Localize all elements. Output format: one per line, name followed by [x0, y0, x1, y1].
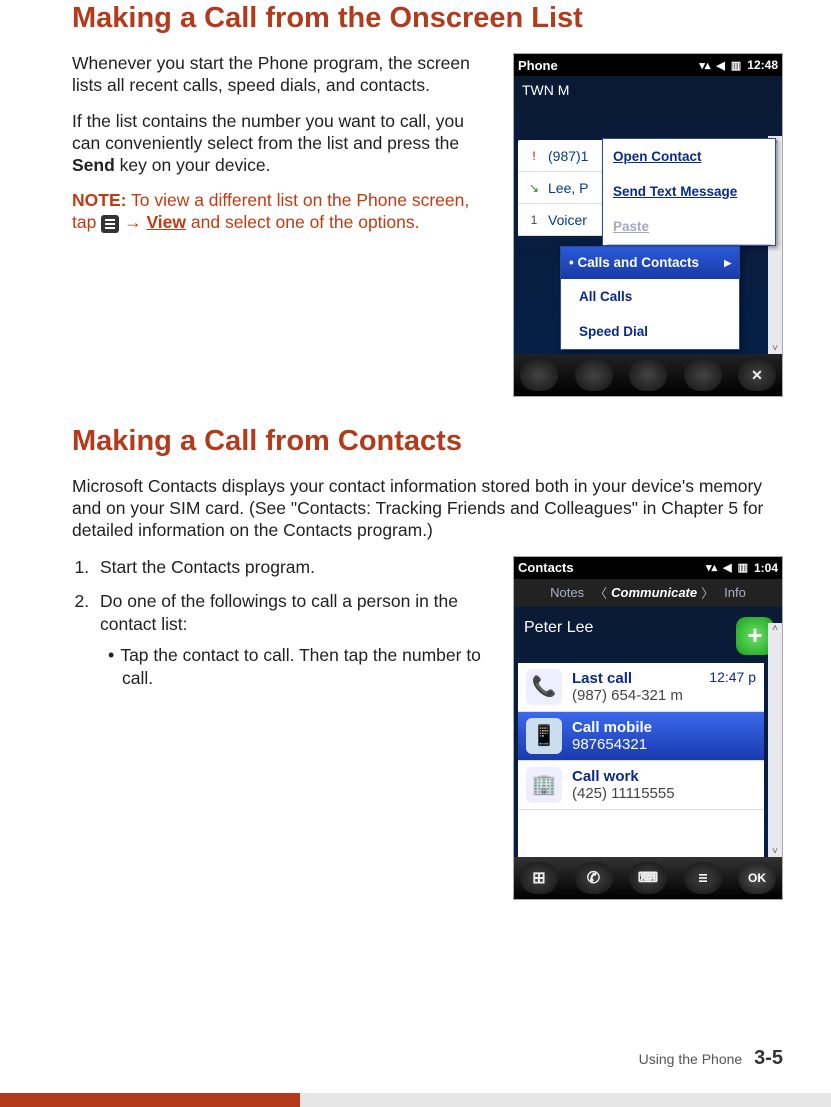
- status-time: 1:04: [754, 561, 778, 575]
- para-intro-1: Whenever you start the Phone program, th…: [72, 53, 495, 97]
- submenu-speed-dial[interactable]: Speed Dial: [561, 314, 739, 349]
- toolbar: [514, 354, 782, 396]
- card-number: 987654321: [572, 736, 756, 753]
- tab-communicate[interactable]: Communicate: [611, 585, 697, 600]
- footer-page-number: 3-5: [754, 1047, 783, 1069]
- phone-screenshot-1: Phone ▾▴ ◀ ▥ 12:48 TWN M ! (987)1: [513, 53, 783, 397]
- tab-row: Notes 〈 Communicate 〉 Info: [514, 579, 782, 607]
- toolbar-button[interactable]: [520, 359, 558, 391]
- menu-send-text[interactable]: Send Text Message: [603, 174, 775, 209]
- status-bar: Phone ▾▴ ◀ ▥ 12:48: [514, 54, 782, 76]
- phone-icon: 📞: [526, 669, 562, 705]
- contact-header: Peter Lee +: [514, 607, 782, 665]
- ok-button[interactable]: OK: [738, 862, 776, 894]
- menu-icon: [101, 215, 119, 233]
- start-button[interactable]: [520, 862, 558, 894]
- chevron-left-icon[interactable]: 〈: [594, 583, 607, 602]
- toolbar: OK: [514, 857, 782, 899]
- signal-icon: ▾▴: [699, 59, 710, 72]
- menu-open-contact[interactable]: Open Contact: [603, 139, 775, 174]
- note-label: NOTE:: [72, 190, 126, 210]
- phone-button[interactable]: [575, 862, 613, 894]
- note-arrow: →: [119, 212, 146, 232]
- card-call-mobile[interactable]: 📱 Call mobile 987654321: [518, 712, 764, 761]
- scroll-down-icon: ˅: [772, 846, 778, 857]
- para2-a: If the list contains the number you want…: [72, 111, 464, 153]
- toolbar-button[interactable]: [575, 359, 613, 391]
- volume-icon: ◀: [723, 561, 731, 574]
- chevron-right-icon[interactable]: 〉: [701, 583, 714, 602]
- app-title: Contacts: [518, 560, 574, 575]
- menu-icon: [695, 870, 709, 884]
- scroll-up-icon: ˄: [772, 623, 778, 634]
- menu-button[interactable]: [684, 862, 722, 894]
- menu-paste: Paste: [603, 209, 775, 244]
- toolbar-button[interactable]: [684, 359, 722, 391]
- tab-info[interactable]: Info: [718, 585, 752, 600]
- toolbar-button[interactable]: [629, 359, 667, 391]
- status-bar: Contacts ▾▴ ◀ ▥ 1:04: [514, 557, 782, 579]
- note-text-b: and select one of the options.: [186, 212, 420, 232]
- close-button[interactable]: [738, 359, 776, 391]
- context-menu: Open Contact Send Text Message Paste: [602, 138, 776, 246]
- signal-icon: ▾▴: [706, 561, 717, 574]
- step-2-bullet: Tap the contact to call. Then tap the nu…: [122, 644, 495, 690]
- contacts-intro: Microsoft Contacts displays your contact…: [72, 476, 783, 542]
- missed-call-icon: !: [524, 149, 544, 163]
- work-icon: 🏢: [526, 767, 562, 803]
- card-time: 12:47 p: [709, 669, 756, 685]
- para2-b: key on your device.: [115, 155, 271, 175]
- contact-actions: 📞 Last call (987) 654-321 m 12:47 p 📱 Ca…: [518, 663, 764, 857]
- submenu-all-calls[interactable]: All Calls: [561, 279, 739, 314]
- note-block: NOTE: To view a different list on the Ph…: [72, 190, 495, 234]
- mobile-icon: 📱: [526, 718, 562, 754]
- tab-notes[interactable]: Notes: [544, 585, 590, 600]
- volume-icon: ◀: [716, 59, 724, 72]
- card-label: Call work: [572, 768, 756, 785]
- view-submenu: • Calls and Contacts ▸ All Calls Speed D…: [560, 246, 740, 350]
- step-1: Start the Contacts program.: [94, 556, 495, 579]
- card-number: (987) 654-321 m: [572, 687, 756, 704]
- call-row-text: Lee, P: [548, 180, 588, 196]
- status-time: 12:48: [747, 58, 778, 72]
- speed-dial-index: 1: [524, 213, 544, 227]
- card-call-work[interactable]: 🏢 Call work (425) 11115555: [518, 761, 764, 810]
- card-number: (425) 11115555: [572, 785, 756, 802]
- call-row-text: Voicer: [548, 212, 587, 228]
- battery-icon: ▥: [738, 561, 748, 574]
- card-label: Call mobile: [572, 719, 756, 736]
- send-key-label: Send: [72, 155, 115, 175]
- chevron-right-icon: ▸: [724, 255, 731, 271]
- incoming-call-icon: ↘: [524, 181, 544, 195]
- contact-name: Peter Lee: [524, 619, 593, 636]
- carrier-label: TWN M: [514, 76, 782, 104]
- view-link: View: [146, 212, 186, 232]
- call-row-text: (987)1: [548, 148, 588, 164]
- card-last-call[interactable]: 📞 Last call (987) 654-321 m 12:47 p: [518, 663, 764, 712]
- scrollbar[interactable]: ˄ ˅: [768, 623, 782, 857]
- step-2: Do one of the followings to call a perso…: [94, 590, 495, 690]
- phone-screenshot-2: Contacts ▾▴ ◀ ▥ 1:04 Notes 〈 Communicate…: [513, 556, 783, 900]
- keyboard-button[interactable]: [629, 862, 667, 894]
- heading-onscreen-list: Making a Call from the Onscreen List: [72, 2, 783, 35]
- scroll-down-icon: ˅: [772, 343, 778, 354]
- submenu-calls-contacts[interactable]: • Calls and Contacts ▸: [561, 247, 739, 279]
- heading-contacts: Making a Call from Contacts: [72, 425, 783, 458]
- battery-icon: ▥: [731, 59, 741, 72]
- para-intro-2: If the list contains the number you want…: [72, 111, 495, 177]
- app-title: Phone: [518, 58, 558, 73]
- page-footer: Using the Phone 3-5: [0, 1047, 831, 1107]
- footer-section-label: Using the Phone: [639, 1051, 743, 1067]
